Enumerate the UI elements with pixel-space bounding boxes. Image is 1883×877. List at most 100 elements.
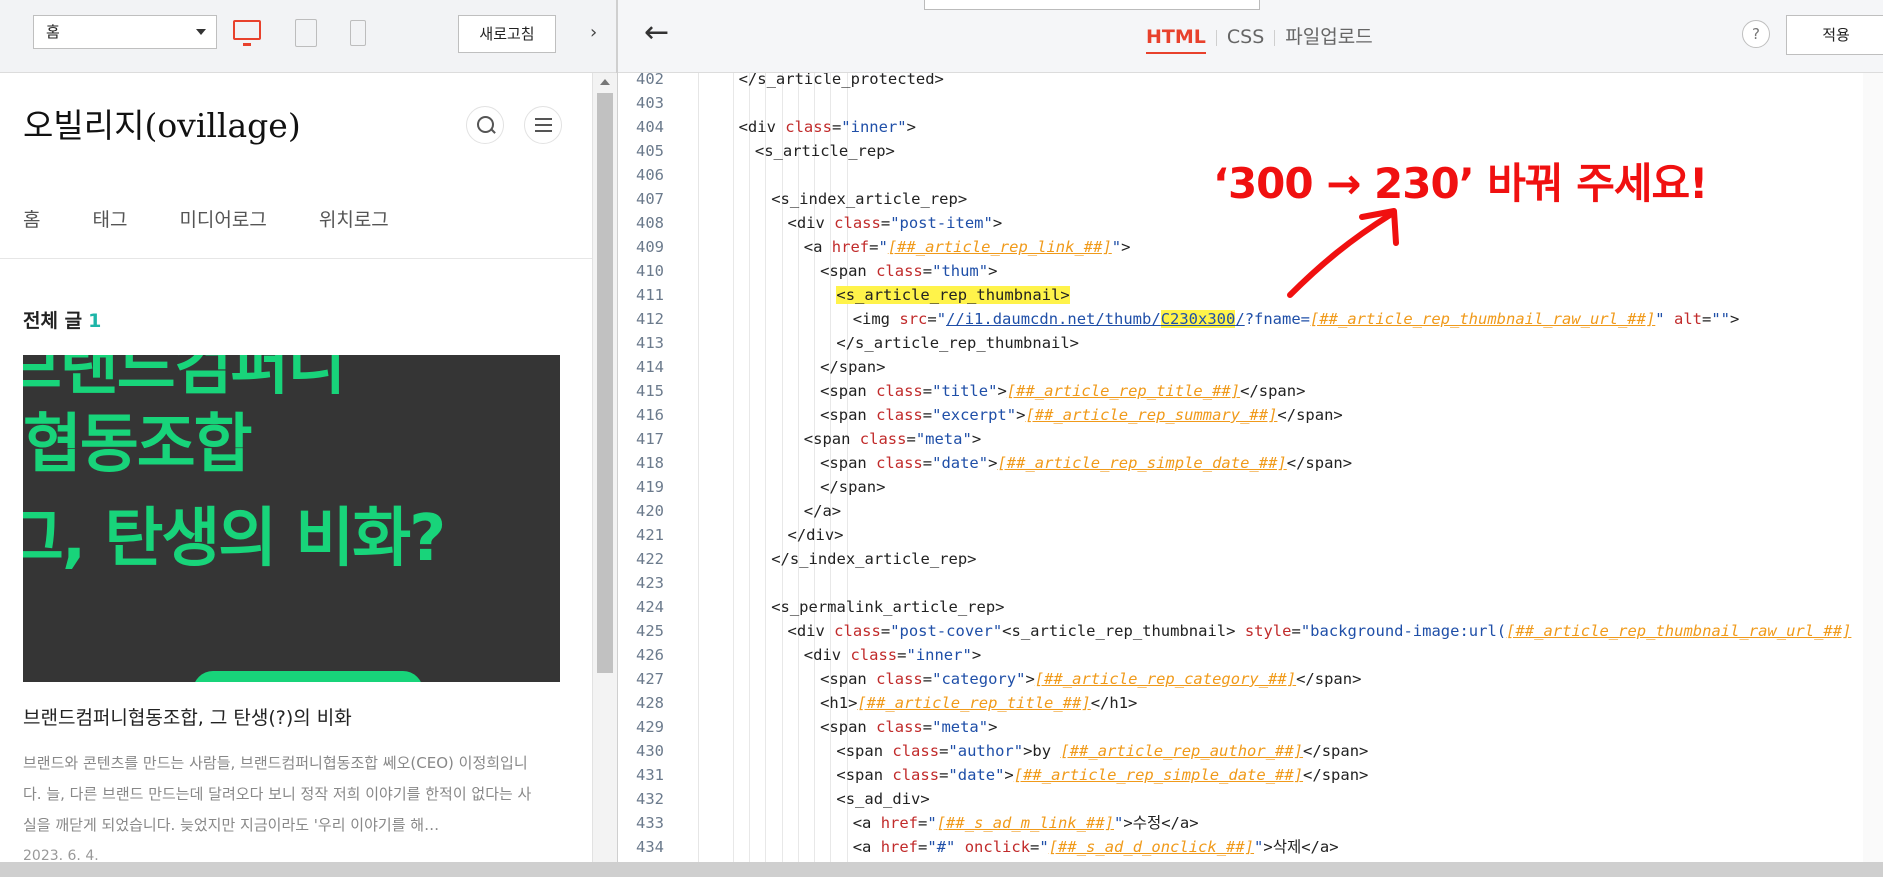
code-token: > <box>988 262 998 280</box>
code-token: </span> <box>820 478 886 496</box>
code-token: <s_permalink_article_rep> <box>771 598 1005 616</box>
code-token: <a <box>852 814 881 832</box>
code-line[interactable]: 410 <span class="thum"> <box>618 259 1883 283</box>
line-number: 406 <box>636 166 664 184</box>
code-line[interactable]: 421 </div> <box>618 523 1883 547</box>
code-token: = <box>831 118 842 136</box>
line-number: 425 <box>636 622 664 640</box>
code-line[interactable]: 413 </s_article_rep_thumbnail> <box>618 331 1883 355</box>
code-token: <span <box>820 382 877 400</box>
tab-file-upload[interactable]: 파일업로드 <box>1285 26 1372 48</box>
code-token: "" <box>1711 310 1730 328</box>
code-line[interactable]: 420 </a> <box>618 499 1883 523</box>
code-line[interactable]: 430 <span class="author">by [##_article_r… <box>618 739 1883 763</box>
code-line[interactable]: 433 <a href="[##_s_ad_m_link_##]">수정</a> <box>618 811 1883 835</box>
nav-item-locationlog[interactable]: 위치로그 <box>319 205 389 232</box>
code-text: <div class="inner"> <box>739 115 916 139</box>
code-line[interactable]: 402 </s_article_protected> <box>618 73 1883 91</box>
code-text: <div class="inner"> <box>804 643 981 667</box>
code-text: <span class="author">by [##_article_rep_… <box>836 739 1368 763</box>
code-token: " <box>878 238 888 256</box>
code-line[interactable]: 419 </span> <box>618 475 1883 499</box>
code-token: <a <box>852 838 881 856</box>
code-token: "thum" <box>932 262 989 280</box>
code-line[interactable]: 424 <s_permalink_article_rep> <box>618 595 1883 619</box>
code-line[interactable]: 403 <box>618 91 1883 115</box>
refresh-button[interactable]: 새로고침 <box>458 15 556 53</box>
code-token: <span <box>836 766 893 784</box>
code-line[interactable]: 417 <span class="meta"> <box>618 427 1883 451</box>
post-thumbnail[interactable]: 브랜드컴퍼니 협동조합 그, 탄생의 비화? <box>23 355 560 682</box>
code-line[interactable]: 418 <span class="date">[##_article_rep_si… <box>618 451 1883 475</box>
line-number: 413 <box>636 334 664 352</box>
tablet-view-icon[interactable] <box>295 19 317 47</box>
nav-item-tag[interactable]: 태그 <box>92 205 127 232</box>
code-text: <s_ad_div> <box>836 787 929 811</box>
collapse-preview-icon[interactable]: › <box>590 24 597 42</box>
code-token: "post-item" <box>890 214 993 232</box>
code-token: </s_article_rep_thumbnail> <box>836 334 1080 352</box>
code-line[interactable]: 431 <span class="date">[##_article_rep_si… <box>618 763 1883 787</box>
line-number: 419 <box>636 478 664 496</box>
placeholder-token: [##_s_ad_d_onclick_##] <box>1048 838 1255 856</box>
preview-toolbar: 홈 새로고침 › <box>0 0 616 73</box>
divider <box>0 258 592 259</box>
code-line[interactable]: 416 <span class="excerpt">[##_article_rep… <box>618 403 1883 427</box>
line-number: 411 <box>636 286 664 304</box>
code-line[interactable]: 412 <img src="//i1.daumcdn.net/thumb/C230… <box>618 307 1883 331</box>
code-token: class <box>859 430 907 448</box>
back-arrow-icon[interactable]: ← <box>644 18 669 48</box>
code-token: " <box>1114 814 1124 832</box>
preview-scrollbar[interactable] <box>592 73 617 877</box>
line-number: 428 <box>636 694 664 712</box>
mobile-view-icon[interactable] <box>350 20 366 46</box>
code-text: <s_article_rep> <box>755 139 895 163</box>
code-line[interactable]: 432 <s_ad_div> <box>618 787 1883 811</box>
code-token: <h1> <box>820 694 858 712</box>
highlighted-token: C230x300 <box>1160 310 1236 328</box>
code-token: style <box>1244 622 1292 640</box>
scroll-up-icon[interactable] <box>600 79 610 85</box>
code-line[interactable]: 414 </span> <box>618 355 1883 379</box>
line-number: 409 <box>636 238 664 256</box>
code-text: <span class="meta"> <box>804 427 981 451</box>
code-token: class <box>834 622 881 640</box>
code-line[interactable]: 404 <div class="inner"> <box>618 115 1883 139</box>
code-token: = <box>880 622 891 640</box>
search-button[interactable] <box>466 106 504 144</box>
post-title[interactable]: 브랜드컴퍼니협동조합, 그 탄생(?)의 비화 <box>23 703 352 730</box>
line-number: 417 <box>636 430 664 448</box>
blog-title[interactable]: 오빌리지(ovillage) <box>23 99 301 147</box>
code-line[interactable]: 409 <a href="[##_article_rep_link_##]"> <box>618 235 1883 259</box>
code-token: class <box>876 406 923 424</box>
nav-item-medialog[interactable]: 미디어로그 <box>179 205 266 232</box>
editor-scrollbar[interactable] <box>1863 73 1883 877</box>
menu-button[interactable] <box>524 106 562 144</box>
code-line[interactable]: 425 <div class="post-cover"<s_article_rep… <box>618 619 1883 643</box>
code-line[interactable]: 423 <box>618 571 1883 595</box>
line-number: 427 <box>636 670 664 688</box>
scrollbar-thumb[interactable] <box>597 93 613 673</box>
code-token: = <box>922 382 933 400</box>
tab-css[interactable]: CSS <box>1227 26 1264 48</box>
code-line[interactable]: 427 <span class="category">[##_article_re… <box>618 667 1883 691</box>
line-number: 405 <box>636 142 664 160</box>
apply-button[interactable]: 적용 <box>1786 15 1883 55</box>
code-text: </s_article_protected> <box>739 73 944 91</box>
post-list-heading-label: 전체 글 <box>23 310 83 332</box>
code-token: > <box>992 214 1003 232</box>
code-line[interactable]: 426 <div class="inner"> <box>618 643 1883 667</box>
code-token: = <box>939 742 949 760</box>
help-button[interactable]: ? <box>1742 20 1770 48</box>
nav-item-home[interactable]: 홈 <box>23 205 40 232</box>
page-select-dropdown[interactable]: 홈 <box>33 15 217 49</box>
code-line[interactable]: 428 <h1>[##_article_rep_title_##]</h1> <box>618 691 1883 715</box>
code-line[interactable]: 429 <span class="meta"> <box>618 715 1883 739</box>
code-line[interactable]: 415 <span class="title">[##_article_rep_t… <box>618 379 1883 403</box>
desktop-view-icon[interactable] <box>233 20 261 46</box>
code-line[interactable]: 422 </s_index_article_rep> <box>618 547 1883 571</box>
code-line[interactable]: 408 <div class="post-item"> <box>618 211 1883 235</box>
tab-html[interactable]: HTML <box>1146 26 1206 54</box>
code-line[interactable]: 411 <s_article_rep_thumbnail> <box>618 283 1883 307</box>
code-line[interactable]: 434 <a href="#" onclick="[##_s_ad_d_oncli… <box>618 835 1883 859</box>
